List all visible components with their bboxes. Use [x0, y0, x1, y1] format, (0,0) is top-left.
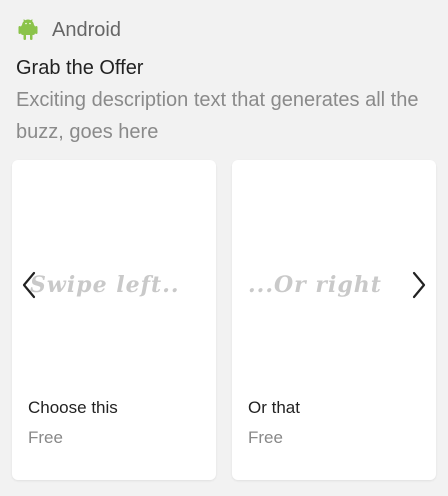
card-price: Free: [28, 428, 63, 447]
app-name: Android: [52, 18, 121, 41]
chevron-right-icon[interactable]: [406, 270, 432, 300]
swipe-left-hint: Swipe left..: [30, 272, 180, 298]
rich-notification[interactable]: Android Grab the Offer Exciting descript…: [0, 0, 448, 496]
notification-description: Exciting description text that generates…: [16, 89, 419, 143]
card-image: Swipe left..: [12, 160, 216, 390]
card-price: Free: [248, 428, 283, 447]
notification-title: Grab the Offer: [16, 57, 144, 79]
card-title: Or that: [248, 398, 300, 417]
card-title: Choose this: [28, 398, 118, 417]
android-icon: [16, 18, 40, 42]
offer-card-or-that[interactable]: ...Or right Or that Free: [232, 160, 436, 480]
notification-header: Android: [16, 18, 121, 42]
offer-card-choose-this[interactable]: Swipe left.. Choose this Free: [12, 160, 216, 480]
chevron-left-icon[interactable]: [16, 270, 42, 300]
swipe-right-hint: ...Or right: [248, 272, 382, 298]
